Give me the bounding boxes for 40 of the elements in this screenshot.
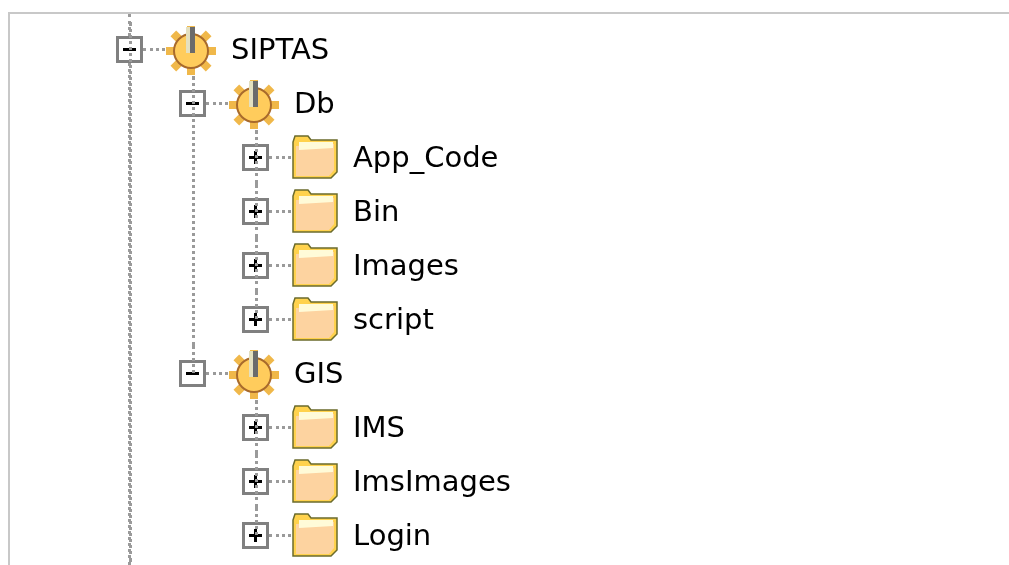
expander-toggle[interactable] — [242, 521, 269, 549]
gear-icon — [228, 347, 280, 399]
expander-toggle[interactable] — [242, 251, 269, 279]
plus-icon — [249, 258, 262, 272]
expander-toggle[interactable] — [179, 89, 206, 117]
minus-icon — [186, 101, 199, 105]
tree-item-label[interactable]: App_Code — [353, 142, 499, 172]
tree-item-label[interactable]: GIS — [294, 358, 344, 388]
tree-item-label[interactable]: script — [353, 304, 434, 334]
folder-icon — [291, 188, 339, 234]
tree-item-label[interactable]: SIPTAS — [231, 34, 330, 64]
expander-toggle[interactable] — [242, 197, 269, 225]
tree-item-label[interactable]: Db — [294, 88, 335, 118]
tree-item-label[interactable]: Images — [353, 250, 459, 280]
gear-icon — [165, 23, 217, 75]
folder-icon — [291, 404, 339, 450]
expander-toggle[interactable] — [116, 35, 143, 63]
minus-icon — [123, 47, 136, 51]
tree-item-label[interactable]: Bin — [353, 196, 400, 226]
folder-icon — [291, 296, 339, 342]
plus-icon — [249, 474, 262, 488]
gear-icon — [228, 77, 280, 129]
tree-item-label[interactable]: ImsImages — [353, 466, 511, 496]
plus-icon — [249, 420, 262, 434]
plus-icon — [249, 528, 262, 542]
folder-icon — [291, 512, 339, 558]
expander-toggle[interactable] — [179, 359, 206, 387]
minus-icon — [186, 371, 199, 375]
expander-toggle[interactable] — [242, 467, 269, 495]
folder-icon — [291, 458, 339, 504]
expander-toggle[interactable] — [242, 143, 269, 171]
plus-icon — [249, 312, 262, 326]
folder-icon — [291, 242, 339, 288]
plus-icon — [249, 150, 262, 164]
tree-item-label[interactable]: Login — [353, 520, 432, 550]
folder-icon — [291, 134, 339, 180]
tree-item-label[interactable]: IMS — [353, 412, 405, 442]
expander-toggle[interactable] — [242, 413, 269, 441]
expander-toggle[interactable] — [242, 305, 269, 333]
plus-icon — [249, 204, 262, 218]
